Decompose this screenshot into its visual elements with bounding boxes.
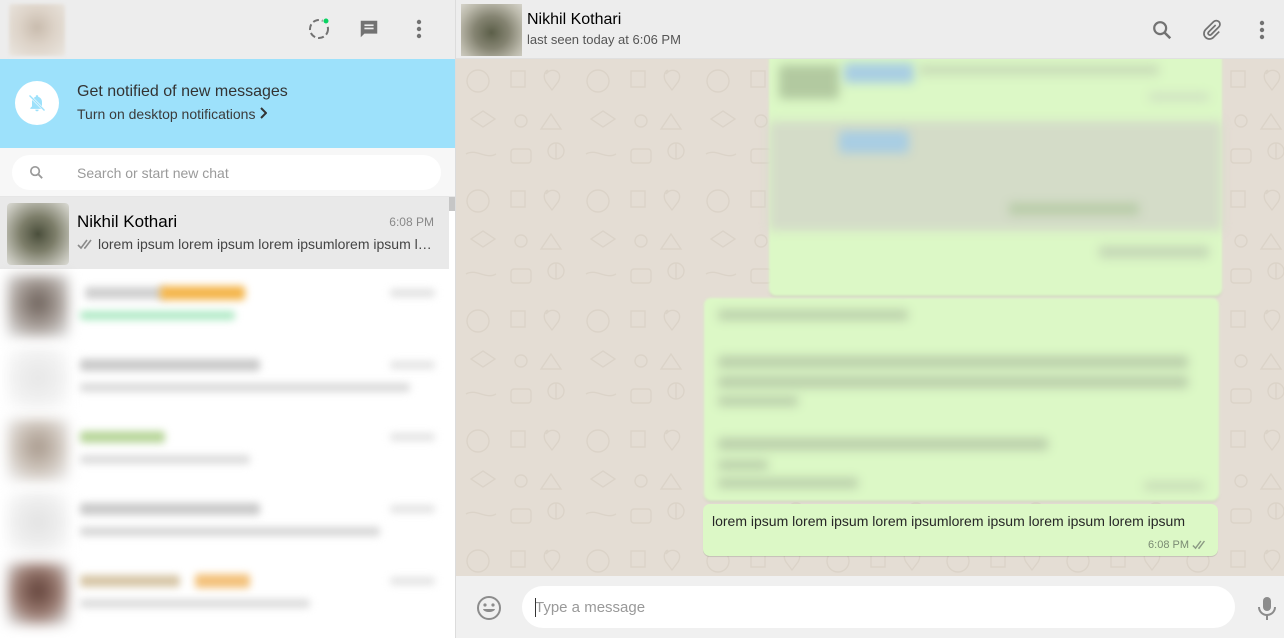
- chevron-right-icon: [259, 106, 268, 122]
- message-bubble-blurred: [704, 298, 1219, 501]
- search-input[interactable]: [77, 155, 427, 190]
- my-avatar[interactable]: [9, 4, 65, 56]
- chat-item-blurred[interactable]: [0, 557, 449, 629]
- text-caret: [535, 598, 536, 617]
- double-check-icon: [77, 239, 95, 250]
- chat-item-blurred[interactable]: [0, 341, 449, 413]
- chat-item-blurred[interactable]: [0, 269, 449, 341]
- contact-name[interactable]: Nikhil Kothari: [527, 11, 621, 29]
- contact-status: last seen today at 6:06 PM: [527, 32, 681, 47]
- avatar: [7, 419, 69, 481]
- message-area[interactable]: lorem ipsum lorem ipsum lorem ipsumlorem…: [456, 59, 1284, 576]
- avatar: [7, 347, 69, 409]
- chat-item-blurred[interactable]: [0, 413, 449, 485]
- message-bubble-outgoing: lorem ipsum lorem ipsum lorem ipsumlorem…: [703, 504, 1218, 556]
- chat-preview-text: lorem ipsum lorem ipsum lorem ipsumlorem…: [98, 236, 435, 252]
- avatar: [7, 203, 69, 265]
- attach-icon[interactable]: [1199, 17, 1225, 43]
- double-check-icon: [1192, 540, 1208, 550]
- chat-time: 6:08 PM: [389, 215, 434, 229]
- microphone-icon[interactable]: [1256, 595, 1278, 621]
- menu-icon[interactable]: [1249, 17, 1275, 43]
- contact-avatar[interactable]: [461, 4, 522, 56]
- chat-preview: lorem ipsum lorem ipsum lorem ipsumlorem…: [77, 236, 435, 252]
- notification-banner[interactable]: Get notified of new messages Turn on des…: [0, 59, 455, 148]
- chat-name: Nikhil Kothari: [77, 212, 178, 231]
- search-bar: [0, 148, 455, 197]
- chat-list: Nikhil Kothari 6:08 PM lorem ipsum lorem…: [0, 197, 455, 638]
- sidebar-header: [0, 0, 455, 59]
- search-icon: [28, 164, 45, 186]
- bell-off-icon: [15, 81, 59, 125]
- message-bubble-blurred: [769, 59, 1222, 296]
- message-input[interactable]: [522, 586, 1235, 628]
- message-meta: 6:08 PM: [1148, 539, 1208, 551]
- avatar: [7, 275, 69, 337]
- scrollbar[interactable]: [449, 197, 455, 211]
- chat-item-nikhil-kothari[interactable]: Nikhil Kothari 6:08 PM lorem ipsum lorem…: [0, 197, 449, 269]
- notification-title: Get notified of new messages: [77, 83, 288, 100]
- message-time: 6:08 PM: [1148, 539, 1189, 551]
- chat-sidebar: Get notified of new messages Turn on des…: [0, 0, 456, 638]
- search-icon[interactable]: [1149, 17, 1175, 43]
- notification-link-label: Turn on desktop notifications: [77, 106, 256, 122]
- avatar: [7, 563, 69, 625]
- menu-icon[interactable]: [406, 16, 432, 42]
- chat-item-blurred[interactable]: [0, 485, 449, 557]
- status-icon[interactable]: [306, 16, 332, 42]
- message-text: lorem ipsum lorem ipsum lorem ipsumlorem…: [712, 513, 1186, 529]
- conversation-header: Nikhil Kothari last seen today at 6:06 P…: [456, 0, 1284, 59]
- compose-bar: [456, 576, 1284, 638]
- search-box[interactable]: [12, 155, 441, 190]
- emoji-icon[interactable]: [476, 595, 502, 621]
- conversation-panel: Nikhil Kothari last seen today at 6:06 P…: [456, 0, 1284, 638]
- enable-notifications-link[interactable]: Turn on desktop notifications: [77, 106, 268, 122]
- avatar: [7, 491, 69, 553]
- new-chat-icon[interactable]: [356, 16, 382, 42]
